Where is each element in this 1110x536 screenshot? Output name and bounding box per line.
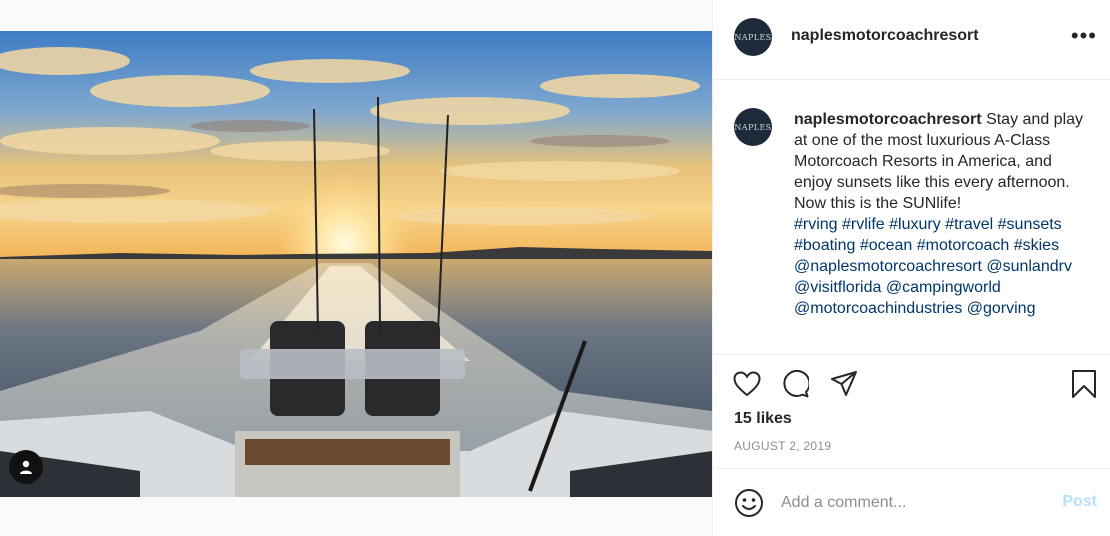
save-button[interactable] xyxy=(1069,369,1099,399)
comment-icon xyxy=(783,370,809,398)
post-date[interactable]: AUGUST 2, 2019 xyxy=(734,439,831,453)
caption-text: naplesmotorcoachresort Stay and play at … xyxy=(794,109,1094,319)
likes-count[interactable]: 15 likes xyxy=(734,410,792,428)
username-link[interactable]: naplesmotorcoachresort xyxy=(791,27,979,45)
post-header: NAPLES naplesmotorcoachresort ••• xyxy=(713,0,1110,80)
caption-avatar[interactable]: NAPLES xyxy=(734,108,772,146)
caption-hashtags[interactable]: #rving #rvlife #luxury #travel #sunsets … xyxy=(794,216,1062,254)
avatar[interactable]: NAPLES xyxy=(734,18,772,56)
post-details-panel: NAPLES naplesmotorcoachresort ••• NAPLES… xyxy=(712,0,1110,536)
comment-bar: Post xyxy=(713,468,1110,536)
instagram-post: NAPLES naplesmotorcoachresort ••• NAPLES… xyxy=(0,0,1110,536)
post-comment-button[interactable]: Post xyxy=(1062,493,1097,511)
bookmark-icon xyxy=(1072,370,1096,398)
user-tag-button[interactable] xyxy=(9,450,43,484)
post-photo[interactable] xyxy=(0,31,712,497)
action-bar xyxy=(713,365,1110,405)
comment-button[interactable] xyxy=(780,369,810,399)
emoji-button[interactable] xyxy=(734,488,764,518)
user-tag-icon xyxy=(20,460,32,474)
heart-icon xyxy=(733,371,761,397)
more-options-icon[interactable]: ••• xyxy=(1071,25,1097,47)
share-button[interactable] xyxy=(829,369,859,399)
sunset-boat-photo xyxy=(0,31,712,497)
post-media xyxy=(0,0,712,536)
like-button[interactable] xyxy=(732,369,762,399)
caption-username-link[interactable]: naplesmotorcoachresort xyxy=(794,111,982,128)
share-icon xyxy=(831,371,857,396)
comment-input[interactable] xyxy=(781,491,1041,515)
caption-line2: Now this is the SUNlife! xyxy=(794,195,962,212)
emoji-icon xyxy=(735,489,763,517)
caption-section: NAPLES naplesmotorcoachresort Stay and p… xyxy=(713,81,1110,355)
caption-mentions[interactable]: @naplesmotorcoachresort @sunlandrv @visi… xyxy=(794,258,1072,317)
